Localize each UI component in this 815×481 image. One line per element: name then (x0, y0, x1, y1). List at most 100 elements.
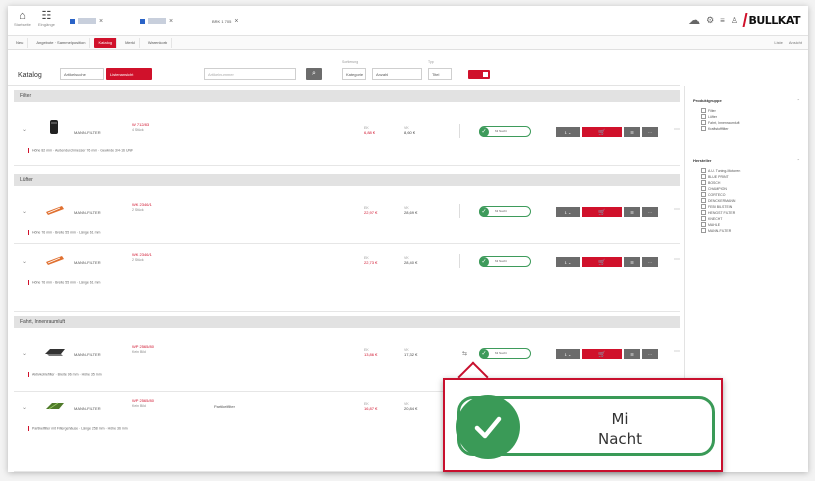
price-net: EK 22,97 € (364, 206, 378, 215)
chevron-down-icon[interactable]: ⌄ (22, 350, 27, 357)
document-tab[interactable]: BRK 1 705 × (212, 14, 238, 28)
chevron-down-icon[interactable]: ⌄ (22, 208, 27, 215)
quantity-stepper[interactable]: 1 ⌄ (556, 127, 580, 137)
group-header-cabin-air[interactable]: Fahrt, Innenraumluft (14, 316, 680, 328)
cart-icon: 🛒 (598, 351, 606, 358)
details-button[interactable]: ⋯ (642, 127, 658, 137)
article-link[interactable]: W 712/83 4 Stück (132, 122, 149, 132)
divider (459, 254, 460, 268)
list-view-button[interactable]: Listenansicht (106, 68, 152, 80)
tab-cart[interactable]: Warenkorb (144, 37, 173, 48)
sidebar-item[interactable]: KNECHT (701, 216, 722, 221)
list-button[interactable]: ☰ (624, 349, 640, 359)
article-link[interactable]: WP 2565/80 Kein Bild (132, 344, 154, 354)
sidebar-item[interactable]: Lüfter (701, 114, 717, 119)
sidebar-item[interactable]: HENGST FILTER (701, 210, 735, 215)
availability-toggle[interactable]: ✓ Mi Nacht (479, 348, 531, 359)
close-icon[interactable]: × (99, 18, 103, 25)
sidebar-item[interactable]: CORTECO (701, 192, 725, 197)
tab-catalog[interactable]: Katalog (94, 37, 118, 48)
details-button[interactable]: ⋯ (642, 257, 658, 267)
price-net: EK 16,87 € (364, 402, 378, 411)
sidebar-item[interactable]: MAHLE (701, 222, 720, 227)
article-link[interactable]: WP 2565/80 Kein Bild (132, 398, 154, 408)
availability-toggle[interactable]: ✓ Mi Nacht (479, 206, 531, 217)
availability-toggle-zoomed[interactable]: Mi Nacht (456, 395, 715, 459)
sidebar-item[interactable]: Kraftstofffilter (701, 126, 729, 131)
tab-offers[interactable]: Angebote · Sammelposition (32, 37, 91, 48)
sidebar-section-title[interactable]: Hersteller (693, 158, 711, 163)
settings-icon[interactable]: ⚙ (706, 15, 714, 26)
tab-strip: Neu Angebote · Sammelposition Katalog Me… (8, 36, 808, 50)
home-button[interactable]: ⌂ Startseite (14, 10, 31, 28)
add-to-cart-button[interactable]: 🛒 (582, 127, 622, 137)
article-link[interactable]: WK 2346/1 2 Stück (132, 252, 152, 262)
sidebar-item[interactable]: MANN-FILTER (701, 228, 731, 233)
collapse-icon[interactable]: ⌃ (797, 158, 800, 163)
quantity-stepper[interactable]: 1 ⌄ (556, 349, 580, 359)
sidebar-item[interactable]: Fahrt, Innenraumluft (701, 120, 740, 125)
group-header-fans[interactable]: Lüfter (14, 174, 680, 186)
inbox-button[interactable]: ☷ Eingänge (38, 10, 55, 28)
product-info: Partikelfilter mit Filtergehäuse · Länge… (28, 426, 128, 431)
check-icon: ✓ (479, 206, 489, 217)
more-icon[interactable]: ⋯ (674, 348, 680, 355)
sidebar-item[interactable]: CHAMPION (701, 186, 727, 191)
article-link[interactable]: WK 2346/1 2 Stück (132, 202, 152, 212)
availability-toggle[interactable]: ✓ Mi Nacht (479, 126, 531, 137)
more-icon[interactable]: ⋯ (674, 126, 680, 133)
article-search-toggle[interactable]: Artikelsuche (60, 68, 104, 80)
sidebar-item[interactable]: A.U. Tuning-Motoren (701, 168, 740, 173)
sidebar-item[interactable]: BOSCH (701, 180, 720, 185)
price-gross: VK 20,84 € (404, 402, 418, 411)
view-link[interactable]: Ansicht (789, 40, 802, 45)
chevron-down-icon[interactable]: ⌄ (22, 258, 27, 265)
list-view-link[interactable]: Liste (774, 40, 782, 45)
collapse-icon[interactable]: ⌃ (797, 98, 800, 103)
more-icon[interactable]: ⋯ (674, 256, 680, 263)
compare-icon[interactable]: ⇆ (462, 350, 467, 357)
product-info: Höhe 76 mm · Breite 55 mm · Länge 61 mm (28, 230, 100, 235)
add-to-cart-button[interactable]: 🛒 (582, 207, 622, 217)
sidebar-item[interactable]: BLUE PRINT (701, 174, 729, 179)
chevron-down-icon[interactable]: ⌄ (22, 404, 27, 411)
quantity-stepper[interactable]: 1 ⌄ (556, 257, 580, 267)
filter-toggle[interactable] (468, 70, 490, 79)
details-button[interactable]: ⋯ (642, 207, 658, 217)
user-tab[interactable]: × (70, 14, 103, 28)
chevron-down-icon[interactable]: ⌄ (22, 126, 27, 133)
inbox-icon: ☷ (41, 10, 52, 22)
tab-new[interactable]: Neu (12, 37, 29, 48)
search-button[interactable]: ⌕ (306, 68, 322, 80)
search-input[interactable]: Artikelnummer (204, 68, 296, 80)
list-button[interactable]: ☰ (624, 257, 640, 267)
add-to-cart-button[interactable]: 🛒 (582, 349, 622, 359)
close-icon[interactable]: × (169, 18, 173, 25)
cloud-icon[interactable]: ☁ (688, 13, 700, 27)
price-gross: VK 8,60 € (404, 126, 416, 135)
list-button[interactable]: ☰ (624, 207, 640, 217)
list-icon[interactable]: ≡ (720, 16, 725, 25)
group-header-filter[interactable]: Filter (14, 90, 680, 102)
list-button[interactable]: ☰ (624, 127, 640, 137)
sidebar-section-title[interactable]: Produktgruppe (693, 98, 722, 103)
sort-caption: Sortierung (342, 60, 359, 64)
sort-select[interactable]: Kategorie (342, 68, 366, 80)
sidebar-item[interactable]: DENCKERMANN (701, 198, 735, 203)
availability-toggle[interactable]: ✓ Mi Nacht (479, 256, 531, 267)
sidebar-item[interactable]: Filter (701, 108, 716, 113)
check-icon: ✓ (479, 348, 489, 359)
more-icon[interactable]: ⋯ (674, 206, 680, 213)
quantity-stepper[interactable]: 1 ⌄ (556, 207, 580, 217)
details-button[interactable]: ⋯ (642, 349, 658, 359)
brand-label: MANN-FILTER (74, 130, 101, 135)
per-page-select[interactable]: Anzahl (372, 68, 422, 80)
customer-tab[interactable]: × (140, 14, 173, 28)
zoom-callout: Mi Nacht (443, 378, 723, 472)
close-icon[interactable]: × (234, 18, 238, 25)
sidebar-item[interactable]: FEBI BILSTEIN (701, 204, 732, 209)
add-to-cart-button[interactable]: 🛒 (582, 257, 622, 267)
type-select[interactable]: Titel (428, 68, 452, 80)
tab-notes[interactable]: Merkl (121, 37, 140, 48)
user-icon[interactable]: ♙ (731, 16, 738, 25)
